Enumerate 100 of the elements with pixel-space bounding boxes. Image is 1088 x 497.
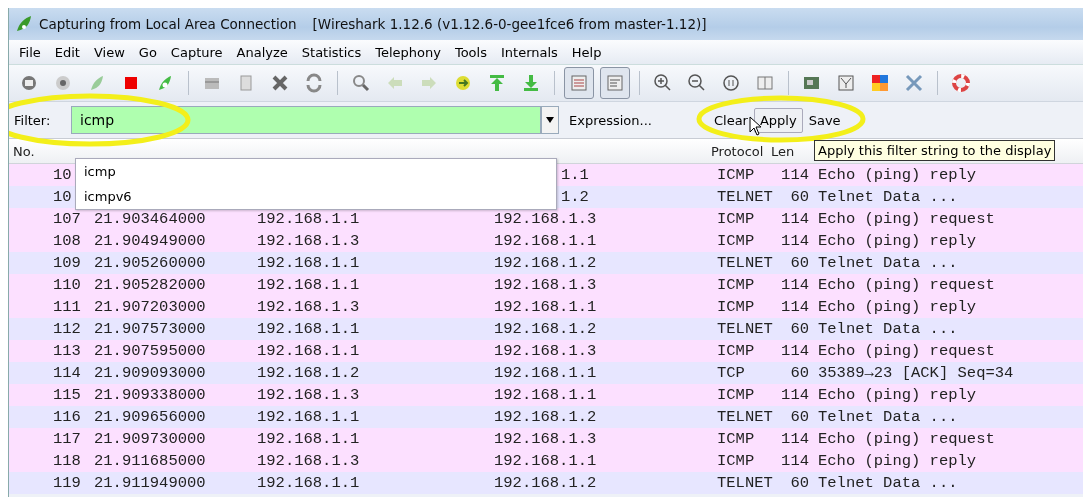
table-cell: Echo (ping) reply xyxy=(818,386,977,404)
table-cell: 192.168.1.1 xyxy=(257,430,360,448)
table-cell-text: 10 xyxy=(53,188,73,206)
table-cell: 21.909093000 xyxy=(94,364,206,382)
table-cell: ICMP xyxy=(717,430,755,448)
table-cell-text: 107 xyxy=(53,210,82,228)
table-cell: 114 xyxy=(781,232,809,250)
table-cell-text: 119 xyxy=(53,474,82,492)
table-cell: 192.168.1.3 xyxy=(494,342,597,360)
table-cell: 192.168.1.1 xyxy=(257,254,360,272)
table-cell: ICMP xyxy=(717,166,755,184)
table-cell-text: 114 xyxy=(53,364,82,382)
table-cell: 192.168.1.3 xyxy=(257,452,360,470)
table-cell: Echo (ping) request xyxy=(818,276,995,294)
table-cell: 21.911949000 xyxy=(94,474,206,492)
table-cell: 60 xyxy=(790,474,809,492)
table-cell: 60 xyxy=(790,364,809,382)
table-cell: 114 xyxy=(781,452,809,470)
table-cell: 21.904949000 xyxy=(94,232,206,250)
table-cell: 114 xyxy=(781,342,809,360)
table-cell: Telnet Data ... xyxy=(818,188,958,206)
table-cell: 60 xyxy=(790,320,809,338)
table-cell-text: 117 xyxy=(53,430,82,448)
table-cell-text: 108 xyxy=(53,232,82,250)
table-cell: 192.168.1.1 xyxy=(494,298,597,316)
table-cell: 192.168.1.1 xyxy=(494,452,597,470)
table-cell: 1.1 xyxy=(561,166,589,184)
table-cell: 114 xyxy=(781,430,809,448)
table-cell: ICMP xyxy=(717,342,755,360)
table-cell: 192.168.1.2 xyxy=(494,474,597,492)
table-cell: Echo (ping) reply xyxy=(818,452,977,470)
table-cell-text: 109 xyxy=(53,254,82,272)
table-cell: 1.2 xyxy=(561,188,589,206)
table-cell: 192.168.1.3 xyxy=(494,276,597,294)
table-cell: TELNET xyxy=(717,320,773,338)
table-cell: 21.903464000 xyxy=(94,210,206,228)
table-cell: Telnet Data ... xyxy=(818,474,958,492)
table-cell: TCP xyxy=(717,364,745,382)
table-cell: Echo (ping) request xyxy=(818,210,995,228)
table-cell: 21.911685000 xyxy=(94,452,206,470)
table-cell-text: 110 xyxy=(53,276,82,294)
table-cell: 114 xyxy=(781,166,809,184)
table-cell: 21.909730000 xyxy=(94,430,206,448)
table-cell: 192.168.1.2 xyxy=(494,254,597,272)
table-cell: Echo (ping) request xyxy=(818,342,995,360)
table-cell: 21.907595000 xyxy=(94,342,206,360)
filter-label: Filter: xyxy=(14,112,52,128)
table-cell: 21.905282000 xyxy=(94,276,206,294)
window-title: Capturing from Local Area Connection xyxy=(39,16,297,32)
table-cell: 192.168.1.2 xyxy=(494,320,597,338)
table-cell: ICMP xyxy=(717,210,755,228)
table-cell: 192.168.1.2 xyxy=(257,364,360,382)
table-cell: 21.909338000 xyxy=(94,386,206,404)
table-cell: 192.168.1.1 xyxy=(494,364,597,382)
table-cell: 21.907573000 xyxy=(94,320,206,338)
table-cell: 114 xyxy=(781,276,809,294)
table-cell: 192.168.1.1 xyxy=(494,232,597,250)
table-cell: 60 xyxy=(790,188,809,206)
table-cell: Echo (ping) reply xyxy=(818,232,977,250)
table-cell: 192.168.1.2 xyxy=(494,408,597,426)
table-cell: 192.168.1.1 xyxy=(494,386,597,404)
table-cell: 60 xyxy=(790,254,809,272)
table-cell-text: 115 xyxy=(53,386,82,404)
table-cell: Echo (ping) reply xyxy=(818,166,977,184)
table-cell: 114 xyxy=(781,298,809,316)
table-cell: 21.905260000 xyxy=(94,254,206,272)
table-cell: 192.168.1.3 xyxy=(494,210,597,228)
table-cell: Echo (ping) request xyxy=(818,430,995,448)
table-cell: Telnet Data ... xyxy=(818,254,958,272)
table-cell: 192.168.1.1 xyxy=(257,276,360,294)
tooltip: Apply this filter string to the display xyxy=(814,140,1056,161)
table-cell: 192.168.1.3 xyxy=(257,386,360,404)
table-cell: 21.907203000 xyxy=(94,298,206,316)
table-cell-text: 10 xyxy=(53,166,73,184)
table-cell: 192.168.1.1 xyxy=(257,320,360,338)
table-cell: 192.168.1.1 xyxy=(257,474,360,492)
table-cell-text: 112 xyxy=(53,320,82,338)
table-cell: 192.168.1.3 xyxy=(257,298,360,316)
table-cell: 192.168.1.3 xyxy=(257,232,360,250)
table-cell: ICMP xyxy=(717,232,755,250)
table-cell-text: 113 xyxy=(53,342,82,360)
table-cell: 114 xyxy=(781,386,809,404)
table-cell: 192.168.1.1 xyxy=(257,210,360,228)
table-cell: 192.168.1.1 xyxy=(257,342,360,360)
table-cell: 192.168.1.3 xyxy=(494,430,597,448)
table-cell-text: 116 xyxy=(53,408,82,426)
table-cell: TELNET xyxy=(717,408,773,426)
table-cell-text: 118 xyxy=(53,452,82,470)
table-cell: Telnet Data ... xyxy=(818,408,958,426)
table-cell: TELNET xyxy=(717,254,773,272)
table-cell: ICMP xyxy=(717,298,755,316)
window-subtitle: [Wireshark 1.12.6 (v1.12.6-0-gee1fce6 from master-1.12)] xyxy=(312,16,707,32)
table-cell-text: 111 xyxy=(53,298,82,316)
table-cell: Telnet Data ... xyxy=(818,320,958,338)
table-cell: TELNET xyxy=(717,188,773,206)
table-cell: 60 xyxy=(790,408,809,426)
table-cell: ICMP xyxy=(717,386,755,404)
table-cell: 35389→23 [ACK] Seq=34 xyxy=(818,364,1014,382)
table-cell: 192.168.1.1 xyxy=(257,408,360,426)
table-cell: Echo (ping) reply xyxy=(818,298,977,316)
